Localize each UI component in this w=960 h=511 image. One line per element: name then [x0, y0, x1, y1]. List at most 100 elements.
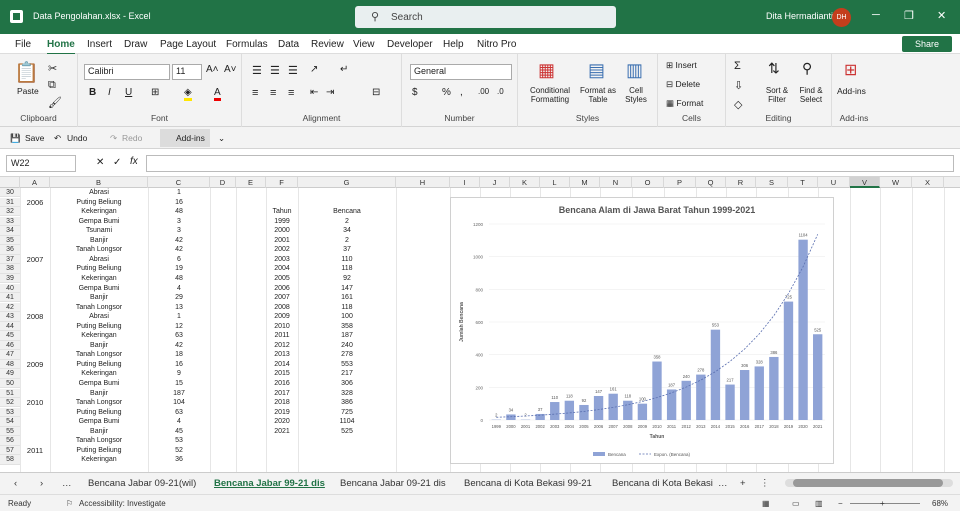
row-header[interactable]: 46 [0, 340, 20, 351]
column-header-N[interactable]: N [600, 177, 632, 188]
decrease-font-icon[interactable]: A˅ [224, 64, 237, 75]
comma-style-icon[interactable]: , [460, 87, 463, 98]
user-name[interactable]: Dita Hermadianti [766, 11, 833, 21]
row-header[interactable]: 53 [0, 407, 20, 418]
tabs-more-icon[interactable]: ⋮ [760, 478, 770, 489]
sheet-tab-4[interactable]: Bencana di Kota Bekasi 99-21 [464, 478, 592, 489]
column-header-R[interactable]: R [726, 177, 756, 188]
row-header[interactable]: 37 [0, 254, 20, 265]
format-as-table-button[interactable]: Format as Table [578, 86, 618, 104]
tab-home[interactable]: Home [47, 39, 75, 55]
row-header[interactable]: 36 [0, 245, 20, 255]
column-header-S[interactable]: S [756, 177, 788, 188]
enter-icon[interactable]: ✓ [113, 157, 121, 168]
align-middle-icon[interactable]: ☰ [270, 64, 280, 77]
row-header[interactable]: 34 [0, 226, 20, 236]
restore-icon[interactable]: ❐ [904, 9, 914, 22]
column-header-I[interactable]: I [450, 177, 480, 188]
format-cells-button[interactable]: ▦ Format [666, 98, 703, 109]
add-sheet-icon[interactable]: + [740, 478, 746, 489]
customize-qat-icon[interactable]: ⌄ [218, 133, 225, 144]
undo-icon[interactable]: ↶ [54, 133, 61, 144]
page-layout-view-icon[interactable]: ▭ [792, 499, 800, 508]
borders-icon[interactable]: ⊞ [151, 87, 159, 98]
column-header-H[interactable]: H [396, 177, 450, 188]
font-name-select[interactable]: Calibri [84, 64, 170, 80]
search-box[interactable]: ⚲ Search [355, 6, 616, 28]
zoom-level[interactable]: 68% [932, 499, 948, 508]
align-top-icon[interactable]: ☰ [252, 64, 262, 77]
tab-help[interactable]: Help [443, 39, 464, 50]
underline-icon[interactable]: U [125, 87, 132, 98]
tab-nitro-pro[interactable]: Nitro Pro [477, 39, 516, 50]
column-header-C[interactable]: C [148, 177, 210, 188]
row-header[interactable]: 33 [0, 216, 20, 227]
merge-center-icon[interactable]: ⊟ [372, 87, 380, 98]
insert-cells-button[interactable]: ⊞ Insert [666, 60, 697, 71]
row-header[interactable]: 39 [0, 273, 20, 284]
row-header[interactable]: 50 [0, 379, 20, 389]
tab-data[interactable]: Data [278, 39, 299, 50]
number-format-select[interactable]: General [410, 64, 512, 80]
row-header[interactable]: 42 [0, 302, 20, 312]
fill-icon[interactable]: ⇩ [734, 79, 743, 92]
clear-icon[interactable]: ◇ [734, 98, 742, 111]
share-button[interactable]: Share [902, 36, 952, 52]
align-center-icon[interactable]: ≡ [270, 87, 276, 99]
increase-font-icon[interactable]: A˄ [206, 64, 219, 75]
column-header-Q[interactable]: Q [696, 177, 726, 188]
row-header[interactable]: 51 [0, 388, 20, 398]
copy-icon[interactable]: ⧉ [48, 79, 56, 92]
sheet-tab-3[interactable]: Bencana Jabar 09-21 dis [340, 478, 446, 489]
save-button[interactable]: Save [25, 133, 44, 143]
column-header-O[interactable]: O [632, 177, 664, 188]
find-select-icon[interactable]: ⚲ [802, 60, 812, 77]
row-header[interactable]: 47 [0, 350, 20, 360]
zoom-slider[interactable] [850, 503, 920, 504]
format-painter-icon[interactable]: 🖌 [48, 96, 62, 109]
row-header[interactable]: 31 [0, 197, 20, 207]
column-header-K[interactable]: K [510, 177, 540, 188]
tab-draw[interactable]: Draw [124, 39, 147, 50]
row-header[interactable]: 48 [0, 359, 20, 370]
align-left-icon[interactable]: ≡ [252, 87, 258, 99]
format-table-icon[interactable]: ▤ [588, 60, 605, 81]
tab-page-layout[interactable]: Page Layout [160, 39, 216, 50]
sort-filter-icon[interactable]: ⇅ [768, 60, 780, 77]
cell-styles-icon[interactable]: ▥ [626, 60, 643, 81]
chart[interactable]: Bencana Alam di Jawa Barat Tahun 1999-20… [450, 197, 834, 464]
row-header[interactable]: 54 [0, 417, 20, 427]
normal-view-icon[interactable]: ▦ [762, 499, 770, 508]
decrease-indent-icon[interactable]: ⇤ [310, 87, 318, 98]
delete-cells-button[interactable]: ⊟ Delete [666, 79, 700, 90]
addins-button[interactable]: Add-ins [837, 86, 866, 96]
row-header[interactable]: 44 [0, 321, 20, 332]
formula-input[interactable] [146, 155, 954, 172]
row-header[interactable]: 43 [0, 312, 20, 322]
column-header-J[interactable]: J [480, 177, 510, 188]
column-header-M[interactable]: M [570, 177, 600, 188]
percent-icon[interactable]: % [442, 87, 451, 98]
row-header[interactable]: 55 [0, 426, 20, 437]
paste-icon[interactable]: 📋 [14, 60, 39, 85]
column-header-A[interactable]: A [20, 177, 50, 188]
column-header-U[interactable]: U [818, 177, 850, 188]
addins-icon[interactable]: ⊞ [844, 60, 857, 80]
minimize-icon[interactable]: ─ [872, 9, 880, 21]
accounting-format-icon[interactable]: $ [412, 87, 418, 98]
undo-button[interactable]: Undo [67, 133, 87, 143]
sheet-tab-1[interactable]: Bencana Jabar 09-21(wil) [88, 478, 196, 489]
paste-button[interactable]: Paste [17, 86, 39, 96]
tab-file[interactable]: File [15, 39, 31, 50]
row-header[interactable]: 32 [0, 207, 20, 217]
column-header-P[interactable]: P [664, 177, 696, 188]
tab-view[interactable]: View [353, 39, 375, 50]
table-row[interactable]: 30 Abrasi 1 [0, 188, 960, 198]
avatar[interactable]: DH [832, 8, 851, 27]
italic-icon[interactable]: I [108, 87, 111, 98]
row-header[interactable]: 41 [0, 293, 20, 303]
row-header[interactable]: 45 [0, 331, 20, 341]
next-sheet-icon[interactable]: › [40, 478, 43, 489]
cancel-icon[interactable]: ✕ [96, 157, 104, 168]
select-all-corner[interactable] [0, 177, 20, 188]
